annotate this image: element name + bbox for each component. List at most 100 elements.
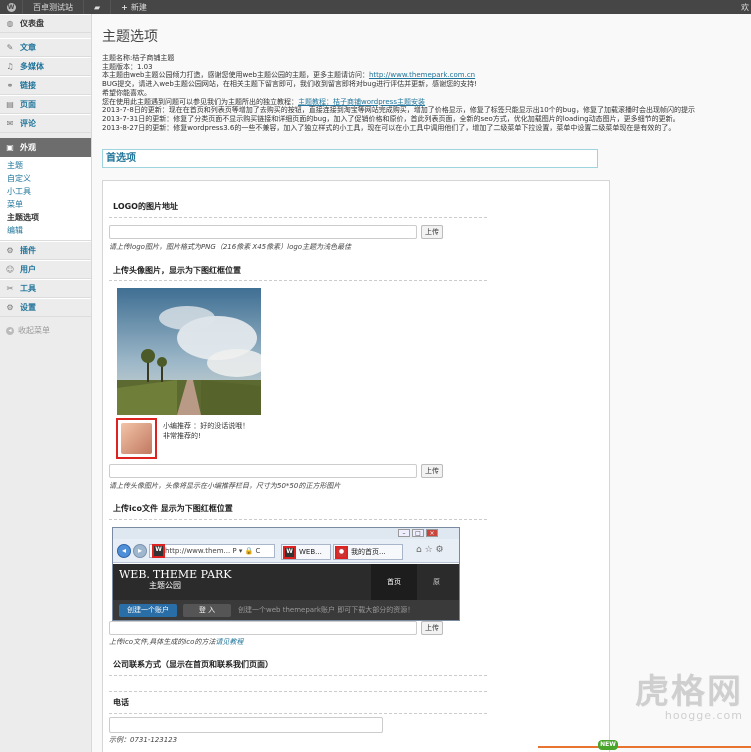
avatar-preview-image <box>117 288 261 415</box>
sidebar-item-comments[interactable]: ✉ 评论 <box>0 114 91 133</box>
theme-intro: 主题名称:桔子商铺主题 主题版本：1.03 本主题由web主题公园倾力打造，感谢… <box>102 54 751 132</box>
ico-preview-image: – □ × ◂ ▸ http://www.them... P ▾ 🔒 C W W… <box>112 527 460 621</box>
sidebar-item-label: 设置 <box>20 303 36 312</box>
sidebar-item-label: 页面 <box>20 100 36 109</box>
avatar-url-input[interactable] <box>109 464 417 478</box>
collapse-arrow-icon: ◂ <box>6 326 14 335</box>
tab-favicon-redbox: W <box>283 546 296 559</box>
bottom-accent-line <box>538 746 751 748</box>
page-icon: ▤ <box>6 100 14 109</box>
sidebar-item-users[interactable]: ☺ 用户 <box>0 260 91 279</box>
sidebar-item-appearance[interactable]: ▣ 外观 <box>0 138 91 157</box>
plus-icon: + <box>121 2 128 12</box>
avatar-sample-redbox <box>116 418 157 459</box>
intro-line: 主题名称:桔子商铺主题 <box>102 54 175 62</box>
sidebar-item-dashboard[interactable]: ◍ 仪表盘 <box>0 14 91 33</box>
admin-sidebar: ◍ 仪表盘 ✎ 文章 ♫ 多媒体 ⚭ 链接 ▤ 页面 ✉ 评论 ▣ 外观 主题 … <box>0 14 92 752</box>
intro-line: BUG提交，请进入web主题公园网站，在相关主题下留言即可，我们收到留言即将对b… <box>102 80 477 89</box>
ico-upload-button[interactable]: 上传 <box>421 621 443 635</box>
logo-hint: 请上传logo图片，图片格式为PNG（216像素 X45像素）logo主题为浅色… <box>109 243 352 251</box>
sidebar-item-posts[interactable]: ✎ 文章 <box>0 38 91 57</box>
collapse-label: 收起菜单 <box>18 326 50 335</box>
howdy-user[interactable]: 欢 <box>741 2 751 13</box>
submenu-editor[interactable]: 编辑 <box>0 224 91 237</box>
sidebar-item-label: 文章 <box>20 43 36 52</box>
logo-field-label: LOGO的图片地址 <box>113 202 178 211</box>
options-panel: LOGO的图片地址 上传 请上传logo图片，图片格式为PNG（216像素 X4… <box>102 180 610 752</box>
wordpress-logo-icon[interactable]: W <box>0 0 22 14</box>
sidebar-item-label: 多媒体 <box>20 62 44 71</box>
appearance-submenu: 主题 自定义 小工具 菜单 主题选项 编辑 <box>0 157 91 241</box>
divider <box>109 675 487 676</box>
phone-textarea[interactable] <box>109 717 383 733</box>
avatar-hint: 请上传头像图片，头像将显示在小编推荐栏目，尺寸为50*50的正方形图片 <box>109 482 341 490</box>
sidebar-item-media[interactable]: ♫ 多媒体 <box>0 57 91 76</box>
sidebar-item-label: 工具 <box>20 284 36 293</box>
sidebar-item-label: 外观 <box>20 143 36 152</box>
back-icon: ◂ <box>117 544 131 558</box>
ico-url-input[interactable] <box>109 621 417 635</box>
intro-line: 2013-7-8日的更新：现在在首页和列表页等增加了去购买的按钮，直接连接到淘宝… <box>102 106 696 115</box>
phone-field-label: 电话 <box>113 698 129 707</box>
divider <box>109 217 487 218</box>
themepark-link[interactable]: http://www.themepark.com.cn <box>369 71 475 79</box>
ico-tutorial-link[interactable]: 请见教程 <box>215 638 243 646</box>
submenu-themes[interactable]: 主题 <box>0 159 91 172</box>
new-content-button[interactable]: + 新建 <box>111 0 157 14</box>
dashboard-icon: ◍ <box>6 19 14 28</box>
new-label: 新建 <box>130 2 147 12</box>
admin-bar: W 百卓测试站 ▰ + 新建 欢 <box>0 0 751 14</box>
intro-line: 您在使用此主题遇到问题可以参见我们为主题所出的独立教程：主题教程：桔子商铺wor… <box>102 97 425 106</box>
sidebar-item-settings[interactable]: ⚙ 设置 <box>0 298 91 317</box>
avatar-upload-button[interactable]: 上传 <box>421 464 443 478</box>
site-watermark: 虎格网 hoogge.com <box>635 672 743 722</box>
sidebar-item-pages[interactable]: ▤ 页面 <box>0 95 91 114</box>
sidebar-item-label: 用户 <box>20 265 36 274</box>
media-icon: ♫ <box>6 62 14 71</box>
collapse-menu-button[interactable]: ◂ 收起菜单 <box>0 325 91 336</box>
submenu-menus[interactable]: 菜单 <box>0 198 91 211</box>
sidebar-item-plugins[interactable]: ⚙ 插件 <box>0 241 91 260</box>
divider <box>109 713 487 714</box>
comment-icon: ✉ <box>6 119 14 128</box>
submenu-widgets[interactable]: 小工具 <box>0 185 91 198</box>
divider <box>109 519 487 520</box>
section-title[interactable]: 首选项 <box>102 149 598 168</box>
sidebar-item-label: 仪表盘 <box>20 19 44 28</box>
submenu-customize[interactable]: 自定义 <box>0 172 91 185</box>
sidebar-item-label: 链接 <box>20 81 36 90</box>
intro-line: 本主题由web主题公园倾力打造，感谢您使用web主题公园的主题，更多主题请访问：… <box>102 71 476 80</box>
pin-icon: ✎ <box>6 43 14 52</box>
logo-url-input[interactable] <box>109 225 417 239</box>
sidebar-item-links[interactable]: ⚭ 链接 <box>0 76 91 95</box>
submenu-theme-options[interactable]: 主题选项 <box>0 211 91 224</box>
intro-line: 2013-7-31日的更新：修复了分类页面不显示购买链接和详细页面的bug，加入… <box>102 114 680 123</box>
sidebar-item-label: 插件 <box>20 246 36 255</box>
page-title: 主题选项 <box>102 29 158 45</box>
main-content: 主题选项 主题名称:桔子商铺主题 主题版本：1.03 本主题由web主题公园倾力… <box>92 14 751 752</box>
divider <box>109 280 487 281</box>
new-badge: NEW <box>598 740 618 750</box>
avatar-field-label: 上传头像图片，显示为下图红框位置 <box>113 266 241 275</box>
home-star-gear-icons: ⌂ ☆ ⚙ <box>416 545 444 555</box>
appearance-icon: ▣ <box>6 143 14 152</box>
comments-bubble-icon[interactable]: ▰ <box>84 0 110 14</box>
ico-field-label: 上传ico文件 显示为下图红框位置 <box>113 504 233 513</box>
settings-icon: ⚙ <box>6 303 14 312</box>
tutorial-link[interactable]: 主题教程：桔子商铺wordpress主题安装 <box>298 98 425 106</box>
link-icon: ⚭ <box>6 81 14 90</box>
company-contact-label: 公司联系方式（显示在首页和联系我们页面） <box>113 660 273 669</box>
forward-icon: ▸ <box>133 544 147 558</box>
favicon-redbox: W <box>152 544 165 558</box>
sidebar-item-label: 评论 <box>20 119 36 128</box>
intro-line: 希望你能喜欢。 <box>102 88 151 97</box>
site-name-link[interactable]: 百卓测试站 <box>23 0 83 14</box>
tools-icon: ✂ <box>6 284 14 293</box>
tab2-favicon-redbox: ● <box>335 546 348 559</box>
themepark-logo: WEB. THEME PARK 主题公园 <box>119 568 232 590</box>
sidebar-item-tools[interactable]: ✂ 工具 <box>0 279 91 298</box>
ico-hint: 上传ico文件,具体生成的ico的方法请见教程 <box>109 638 244 646</box>
avatar-caption: 小编推荐 ：好的没话说哦！ 非常推荐的! <box>163 422 250 440</box>
users-icon: ☺ <box>5 265 15 274</box>
logo-upload-button[interactable]: 上传 <box>421 225 443 239</box>
